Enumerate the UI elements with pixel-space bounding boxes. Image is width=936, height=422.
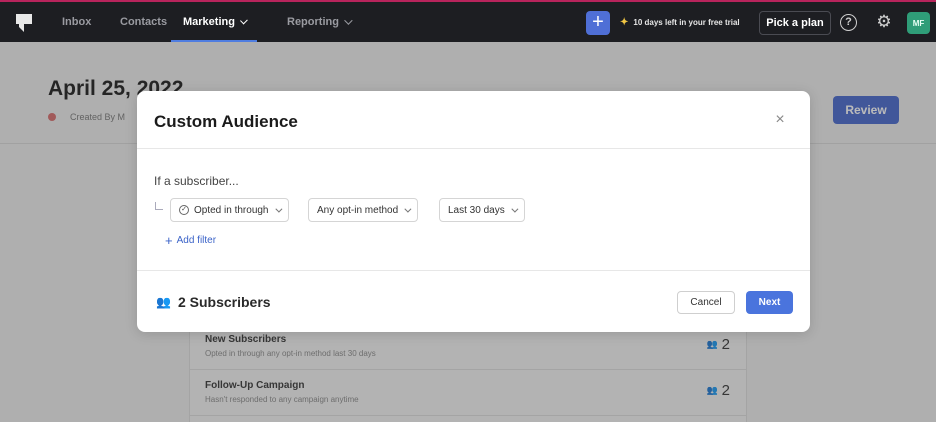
sparkle-icon: ✦ [620,16,629,28]
cancel-button[interactable]: Cancel [677,291,735,314]
close-icon[interactable]: × [773,112,787,128]
avatar[interactable]: MF [907,12,930,34]
nav-item-contacts[interactable]: Contacts [120,2,167,42]
help-icon[interactable]: ? [840,14,857,31]
trial-notice: ✦ 10 days left in your free trial [620,16,740,28]
check-circle-icon: ✓ [179,205,189,215]
branch-icon [155,202,163,210]
chevron-down-icon [344,16,353,25]
nav-item-reporting[interactable]: Reporting [287,2,353,42]
chevron-down-icon [274,205,282,213]
next-button[interactable]: Next [746,291,793,314]
chevron-down-icon [404,205,412,213]
top-navigation: Inbox Contacts Marketing Reporting + ✦ 10… [0,0,936,42]
chevron-down-icon [239,16,248,25]
subscriber-count: 👥 2 Subscribers [156,294,271,310]
add-filter-button[interactable]: + Add filter [165,232,216,248]
chevron-down-icon [511,205,519,213]
filter-action-dropdown[interactable]: ✓ Opted in through [170,198,289,222]
nav-item-inbox[interactable]: Inbox [62,2,91,42]
divider [137,148,810,149]
modal-title: Custom Audience [154,112,298,131]
nav-item-marketing[interactable]: Marketing [171,2,257,42]
filter-period-dropdown[interactable]: Last 30 days [439,198,525,222]
gear-icon[interactable]: ⚙ [875,13,893,31]
custom-audience-modal: Custom Audience × If a subscriber... ✓ O… [137,91,810,332]
logo-icon[interactable] [16,14,32,32]
filter-method-dropdown[interactable]: Any opt-in method [308,198,419,222]
pick-a-plan-button[interactable]: Pick a plan [759,11,831,35]
condition-label: If a subscriber... [154,174,239,188]
people-icon: 👥 [156,295,171,309]
divider [137,270,810,271]
create-new-button[interactable]: + [586,11,610,35]
plus-icon: + [165,232,173,248]
